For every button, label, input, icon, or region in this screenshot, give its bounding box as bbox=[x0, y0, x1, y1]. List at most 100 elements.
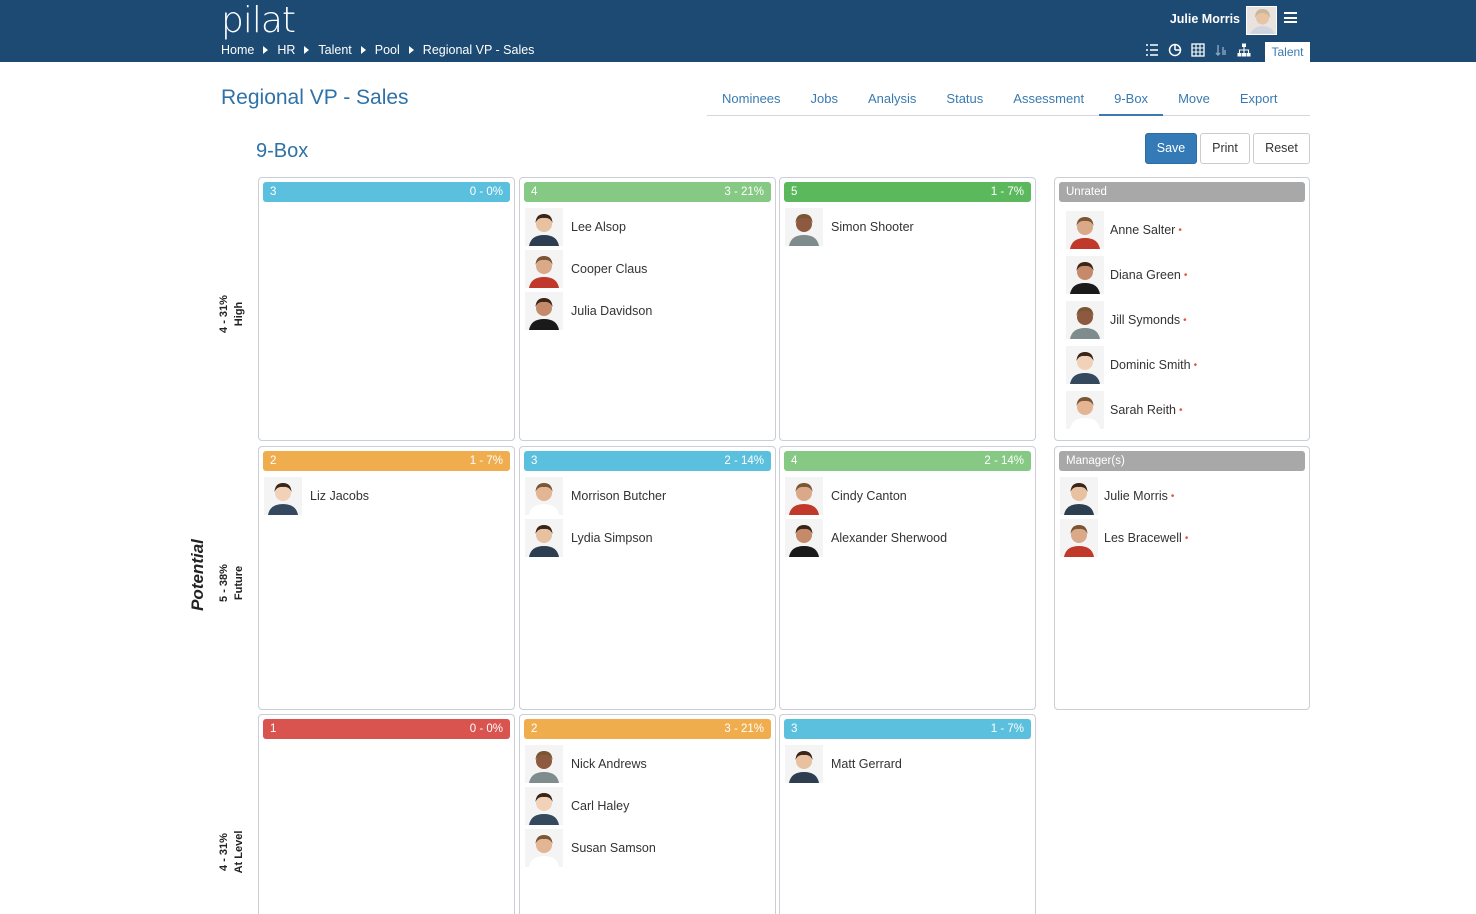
person-name: Lee Alsop bbox=[571, 220, 626, 234]
side-panel-unrated[interactable]: Unrated Anne Salter • Diana Green • Jill Symo… bbox=[1054, 177, 1310, 441]
person-lee-alsop[interactable]: Lee Alsop bbox=[525, 208, 626, 246]
person-avatar bbox=[1066, 346, 1104, 384]
person-carl-haley[interactable]: Carl Haley bbox=[525, 787, 629, 825]
person-name: Cindy Canton bbox=[831, 489, 907, 503]
nine-box-cell-9[interactable]: 3 1 - 7% Matt Gerrard bbox=[779, 714, 1036, 914]
breadcrumb-hr[interactable]: HR bbox=[277, 43, 295, 57]
breadcrumb-pool[interactable]: Pool bbox=[375, 43, 400, 57]
person-nick-andrews[interactable]: Nick Andrews bbox=[525, 745, 647, 783]
person-jill-symonds[interactable]: Jill Symonds • bbox=[1066, 301, 1187, 339]
reset-button[interactable]: Reset bbox=[1253, 133, 1310, 164]
box-number: 2 bbox=[531, 723, 538, 735]
person-julia-davidson[interactable]: Julia Davidson bbox=[525, 292, 652, 330]
user-avatar[interactable] bbox=[1246, 6, 1277, 35]
person-anne-salter[interactable]: Anne Salter • bbox=[1066, 211, 1182, 249]
tab-assessment[interactable]: Assessment bbox=[998, 82, 1099, 116]
status-dot-icon: • bbox=[1183, 269, 1188, 281]
person-simon-shooter[interactable]: Simon Shooter bbox=[785, 208, 914, 246]
person-diana-green[interactable]: Diana Green • bbox=[1066, 256, 1187, 294]
grid-icon[interactable] bbox=[1191, 43, 1205, 57]
person-name: Diana Green bbox=[1110, 268, 1181, 282]
box-stat: 0 - 0% bbox=[469, 186, 503, 198]
person-name: Les Bracewell bbox=[1104, 531, 1182, 545]
box-header: 4 3 - 21% bbox=[524, 182, 771, 202]
box-number: 5 bbox=[791, 186, 798, 198]
pie-chart-icon[interactable] bbox=[1168, 43, 1182, 57]
save-button[interactable]: Save bbox=[1145, 133, 1197, 164]
box-number: 4 bbox=[531, 186, 538, 198]
nine-box-cell-5[interactable]: 3 2 - 14% Morrison Butcher Lydia Simpson bbox=[519, 446, 776, 710]
nine-box-cell-3[interactable]: 5 1 - 7% Simon Shooter bbox=[779, 177, 1036, 441]
box-stat: 1 - 7% bbox=[990, 723, 1024, 735]
org-chart-icon[interactable] bbox=[1237, 43, 1251, 57]
person-name: Julia Davidson bbox=[571, 304, 653, 318]
sort-icon[interactable] bbox=[1214, 43, 1228, 57]
person-les-bracewell[interactable]: Les Bracewell • bbox=[1060, 519, 1188, 557]
list-icon[interactable] bbox=[1145, 43, 1159, 57]
person-sarah-reith[interactable]: Sarah Reith • bbox=[1066, 391, 1183, 429]
tab-status[interactable]: Status bbox=[931, 82, 998, 116]
nine-box-cell-4[interactable]: 2 1 - 7% Liz Jacobs bbox=[258, 446, 515, 710]
breadcrumb: Home HR Talent Pool Regional VP - Sales bbox=[221, 43, 534, 57]
person-name: Julie Morris bbox=[1104, 489, 1168, 503]
side-panel-header: Manager(s) bbox=[1059, 451, 1305, 471]
breadcrumb-home[interactable]: Home bbox=[221, 43, 254, 57]
pilat-logo[interactable]: pilat bbox=[221, 0, 296, 41]
status-dot-icon: • bbox=[1193, 359, 1198, 371]
person-avatar bbox=[525, 477, 563, 515]
hamburger-menu-icon[interactable] bbox=[1284, 12, 1297, 23]
print-button[interactable]: Print bbox=[1200, 133, 1250, 164]
row-label-future: 5 - 38% Future bbox=[217, 543, 247, 623]
nine-box-cell-6[interactable]: 4 2 - 14% Cindy Canton Alexander Sherwood bbox=[779, 446, 1036, 710]
nine-box-cell-1[interactable]: 3 0 - 0% bbox=[258, 177, 515, 441]
box-stat: 0 - 0% bbox=[469, 723, 503, 735]
breadcrumb-current[interactable]: Regional VP - Sales bbox=[423, 43, 535, 57]
tab-move[interactable]: Move bbox=[1163, 82, 1225, 116]
box-header: 1 0 - 0% bbox=[263, 719, 510, 739]
person-lydia-simpson[interactable]: Lydia Simpson bbox=[525, 519, 653, 557]
person-name: Liz Jacobs bbox=[310, 489, 370, 503]
tab-9-box[interactable]: 9-Box bbox=[1099, 82, 1164, 116]
person-alexander-sherwood[interactable]: Alexander Sherwood bbox=[785, 519, 947, 557]
row-name-at-level: At Level bbox=[233, 830, 245, 874]
nine-box-cell-7[interactable]: 1 0 - 0% bbox=[258, 714, 515, 914]
status-dot-icon: • bbox=[1179, 404, 1183, 416]
top-bar: pilat Home HR Talent Pool Regional VP - … bbox=[0, 0, 1476, 62]
box-number: 3 bbox=[791, 723, 798, 735]
box-number: 2 bbox=[270, 455, 277, 467]
person-name: Susan Samson bbox=[571, 841, 656, 855]
box-header: 2 1 - 7% bbox=[263, 451, 510, 471]
person-susan-samson[interactable]: Susan Samson bbox=[525, 829, 656, 867]
user-name[interactable]: Julie Morris bbox=[1170, 12, 1240, 26]
nine-box-cell-8[interactable]: 2 3 - 21% Nick Andrews Carl Haley Susan Sams… bbox=[519, 714, 776, 914]
tab-export[interactable]: Export bbox=[1225, 82, 1293, 116]
person-julie-morris[interactable]: Julie Morris • bbox=[1060, 477, 1174, 515]
tab-nominees[interactable]: Nominees bbox=[707, 82, 796, 116]
box-stat: 3 - 21% bbox=[724, 723, 764, 735]
box-header: 2 3 - 21% bbox=[524, 719, 771, 739]
tab-analysis[interactable]: Analysis bbox=[853, 82, 931, 116]
tab-jobs[interactable]: Jobs bbox=[796, 82, 853, 116]
person-morrison-butcher[interactable]: Morrison Butcher bbox=[525, 477, 666, 515]
person-name: Morrison Butcher bbox=[571, 489, 667, 503]
toolbar-icons bbox=[1145, 43, 1251, 57]
person-avatar bbox=[1060, 519, 1098, 557]
status-dot-icon: • bbox=[1178, 224, 1182, 236]
nine-box-cell-2[interactable]: 4 3 - 21% Lee Alsop Cooper Claus Julia David… bbox=[519, 177, 776, 441]
person-matt-gerrard[interactable]: Matt Gerrard bbox=[785, 745, 902, 783]
side-panel-title: Manager(s) bbox=[1066, 455, 1125, 467]
page-title: Regional VP - Sales bbox=[221, 86, 409, 109]
box-number: 3 bbox=[270, 186, 277, 198]
side-panel-manager-s[interactable]: Manager(s) Julie Morris • Les Bracewell • bbox=[1054, 446, 1310, 710]
person-cooper-claus[interactable]: Cooper Claus bbox=[525, 250, 647, 288]
person-cindy-canton[interactable]: Cindy Canton bbox=[785, 477, 907, 515]
box-header: 3 0 - 0% bbox=[263, 182, 510, 202]
person-dominic-smith[interactable]: Dominic Smith • bbox=[1066, 346, 1197, 384]
row-count-at-level: 4 - 31% bbox=[218, 833, 230, 871]
person-avatar bbox=[1060, 477, 1098, 515]
breadcrumb-separator-icon bbox=[360, 46, 366, 54]
person-liz-jacobs[interactable]: Liz Jacobs bbox=[264, 477, 369, 515]
breadcrumb-talent[interactable]: Talent bbox=[318, 43, 351, 57]
box-header: 3 1 - 7% bbox=[784, 719, 1031, 739]
talent-section-tab[interactable]: Talent bbox=[1265, 42, 1310, 62]
